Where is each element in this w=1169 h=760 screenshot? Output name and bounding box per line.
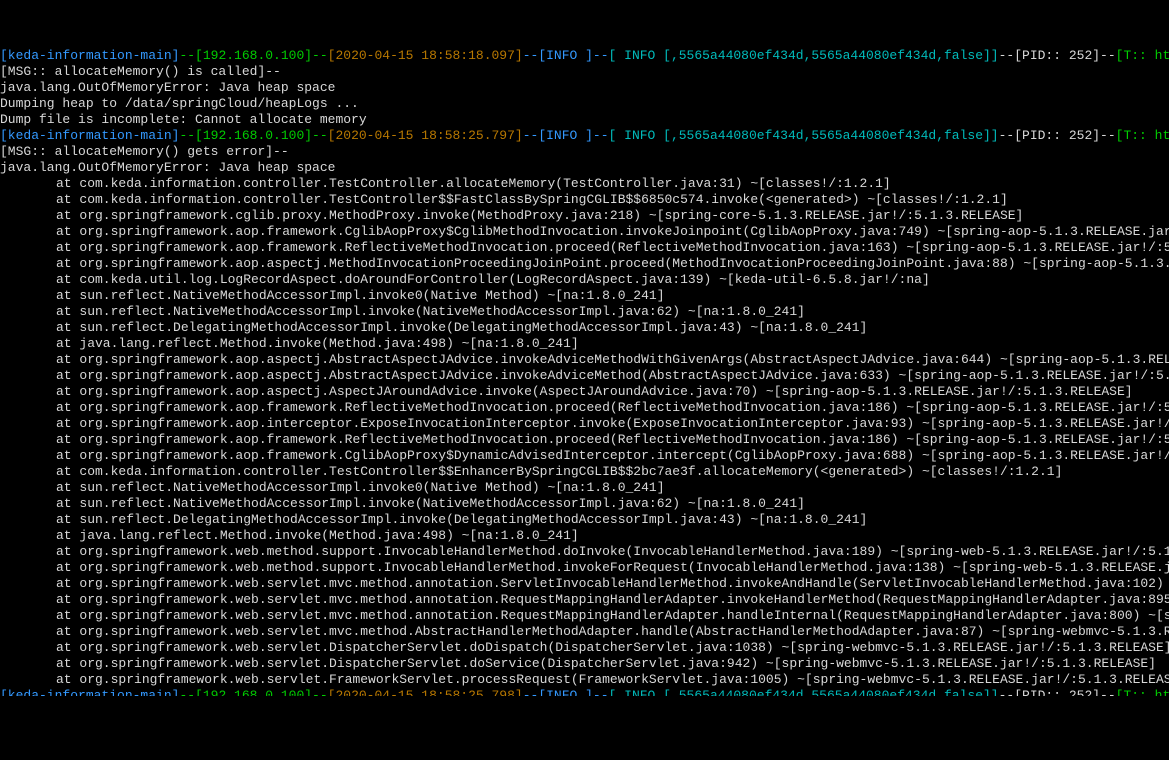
stack-frame-text: at com.keda.information.controller.TestC… [0, 176, 891, 192]
stack-frame: at org.springframework.web.method.suppor… [0, 560, 1169, 576]
stack-frame-text: at org.springframework.aop.framework.Cgl… [0, 448, 1169, 464]
log-error-0: java.lang.OutOfMemoryError: Java heap sp… [0, 80, 1169, 96]
stack-frame-text: at org.springframework.aop.aspectj.Aspec… [0, 384, 1133, 400]
stack-frame-text: at sun.reflect.NativeMethodAccessorImpl.… [0, 480, 665, 496]
stack-frame-text: at org.springframework.web.method.suppor… [0, 544, 1169, 560]
stack-frame: at org.springframework.web.servlet.mvc.m… [0, 624, 1169, 640]
stack-frame: at com.keda.information.controller.TestC… [0, 464, 1169, 480]
log-header-0: [keda-information-main]--[192.168.0.100]… [0, 48, 1169, 64]
log-dump-0: Dumping heap to /data/springCloud/heapLo… [0, 96, 1169, 112]
stack-frame: at org.springframework.web.servlet.Dispa… [0, 656, 1169, 672]
stack-frame: at org.springframework.web.method.suppor… [0, 544, 1169, 560]
stack-frame-text: at org.springframework.aop.framework.Cgl… [0, 224, 1169, 240]
stack-frame: at org.springframework.aop.aspectj.Aspec… [0, 384, 1169, 400]
stack-frame: at org.springframework.web.servlet.Frame… [0, 672, 1169, 688]
stack-frame-text: at org.springframework.aop.framework.Ref… [0, 432, 1169, 448]
stack-frame: at org.springframework.aop.aspectj.Abstr… [0, 368, 1169, 384]
stack-frame-text: at sun.reflect.NativeMethodAccessorImpl.… [0, 496, 805, 512]
stack-frame: at com.keda.util.log.LogRecordAspect.doA… [0, 272, 1169, 288]
stack-frame: at org.springframework.aop.aspectj.Abstr… [0, 352, 1169, 368]
stack-frame-text: at org.springframework.web.servlet.mvc.m… [0, 576, 1169, 592]
stack-frame: at com.keda.information.controller.TestC… [0, 176, 1169, 192]
stack-frame: at org.springframework.web.servlet.Dispa… [0, 640, 1169, 656]
stack-frame: at sun.reflect.DelegatingMethodAccessorI… [0, 320, 1169, 336]
stack-frame-text: at java.lang.reflect.Method.invoke(Metho… [0, 336, 579, 352]
stack-frame: at org.springframework.aop.framework.Cgl… [0, 224, 1169, 240]
stack-frame: at com.keda.information.controller.TestC… [0, 192, 1169, 208]
stack-frame: at org.springframework.web.servlet.mvc.m… [0, 576, 1169, 592]
stack-frame: at org.springframework.aop.framework.Cgl… [0, 448, 1169, 464]
stack-frame-text: at org.springframework.web.servlet.mvc.m… [0, 608, 1169, 624]
stack-frame: at sun.reflect.NativeMethodAccessorImpl.… [0, 304, 1169, 320]
stack-frame-text: at org.springframework.web.servlet.mvc.m… [0, 624, 1169, 640]
stack-frame-text: at org.springframework.aop.framework.Ref… [0, 240, 1169, 256]
stack-frame: at sun.reflect.DelegatingMethodAccessorI… [0, 512, 1169, 528]
log-msg-1: [MSG:: allocateMemory() gets error]-- [0, 144, 1169, 160]
stack-frame-text: at com.keda.information.controller.TestC… [0, 464, 1062, 480]
stack-frame-text: at org.springframework.cglib.proxy.Metho… [0, 208, 1023, 224]
stack-frame: at sun.reflect.NativeMethodAccessorImpl.… [0, 496, 1169, 512]
stack-frame-text: at com.keda.util.log.LogRecordAspect.doA… [0, 272, 930, 288]
stack-frame-text: at org.springframework.web.servlet.Dispa… [0, 640, 1169, 656]
stack-frame: at org.springframework.web.servlet.mvc.m… [0, 592, 1169, 608]
stack-frame: at java.lang.reflect.Method.invoke(Metho… [0, 528, 1169, 544]
stack-frame: at org.springframework.web.servlet.mvc.m… [0, 608, 1169, 624]
stack-frame-text: at sun.reflect.DelegatingMethodAccessorI… [0, 512, 867, 528]
log-dump-1: Dump file is incomplete: Cannot allocate… [0, 112, 1169, 128]
stack-frame: at java.lang.reflect.Method.invoke(Metho… [0, 336, 1169, 352]
stack-frame-text: at java.lang.reflect.Method.invoke(Metho… [0, 528, 579, 544]
stack-frame-text: at sun.reflect.NativeMethodAccessorImpl.… [0, 288, 665, 304]
stack-frame-text: at org.springframework.aop.interceptor.E… [0, 416, 1169, 432]
stack-frame-text: at sun.reflect.NativeMethodAccessorImpl.… [0, 304, 805, 320]
stack-frame: at org.springframework.aop.framework.Ref… [0, 432, 1169, 448]
log-header-cut: [keda-information-main]--[192.168.0.100]… [0, 688, 1169, 696]
stack-frame-text: at org.springframework.aop.aspectj.Metho… [0, 256, 1169, 272]
stack-frame: at org.springframework.cglib.proxy.Metho… [0, 208, 1169, 224]
stack-frame: at org.springframework.aop.aspectj.Metho… [0, 256, 1169, 272]
log-output: [keda-information-main]--[192.168.0.100]… [0, 48, 1169, 696]
stack-frame-text: at org.springframework.aop.aspectj.Abstr… [0, 368, 1169, 384]
log-error-1: java.lang.OutOfMemoryError: Java heap sp… [0, 160, 1169, 176]
stack-frame-text: at org.springframework.web.servlet.Dispa… [0, 656, 1156, 672]
stack-frame-text: at org.springframework.aop.aspectj.Abstr… [0, 352, 1169, 368]
stack-frame: at org.springframework.aop.interceptor.E… [0, 416, 1169, 432]
stack-frame: at sun.reflect.NativeMethodAccessorImpl.… [0, 288, 1169, 304]
stack-frame-text: at org.springframework.web.method.suppor… [0, 560, 1169, 576]
stack-frame-text: at org.springframework.web.servlet.mvc.m… [0, 592, 1169, 608]
stack-frame: at org.springframework.aop.framework.Ref… [0, 400, 1169, 416]
stack-frame-text: at sun.reflect.DelegatingMethodAccessorI… [0, 320, 867, 336]
log-msg-0: [MSG:: allocateMemory() is called]-- [0, 64, 1169, 80]
stack-frame: at sun.reflect.NativeMethodAccessorImpl.… [0, 480, 1169, 496]
stack-frame-text: at org.springframework.web.servlet.Frame… [0, 672, 1169, 688]
stack-frame-text: at org.springframework.aop.framework.Ref… [0, 400, 1169, 416]
stack-frame: at org.springframework.aop.framework.Ref… [0, 240, 1169, 256]
log-header-1: [keda-information-main]--[192.168.0.100]… [0, 128, 1169, 144]
stack-frame-text: at com.keda.information.controller.TestC… [0, 192, 1008, 208]
